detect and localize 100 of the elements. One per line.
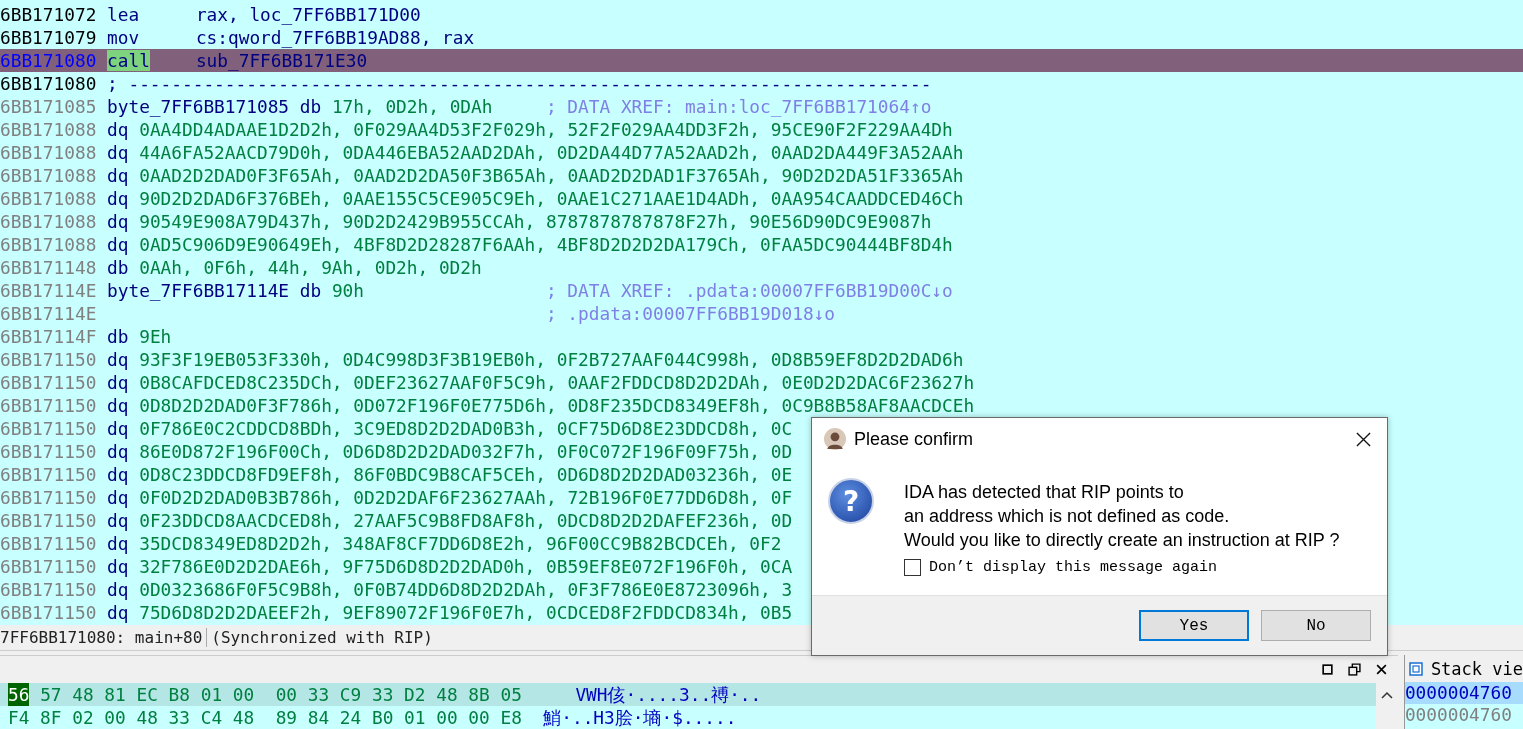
directive-text: db — [299, 95, 322, 118]
directive-text: dq — [107, 555, 129, 578]
sync-text: (Synchronized with RIP) — [206, 628, 437, 647]
directive-text: dq — [107, 164, 129, 187]
dialog-title: Please confirm — [854, 428, 975, 450]
maximize-icon[interactable] — [1320, 663, 1334, 676]
data-values: 0F0D2D2DAD0B3B786h, 0D2D2DAF6F23627AAh, 72B196F0E77DD6D8h, 0F — [139, 486, 793, 509]
ascii-text: VWH侅·....3..禣·.. — [575, 683, 762, 706]
question-icon: ? — [828, 478, 874, 524]
address-text: 6BB17114E — [0, 302, 98, 325]
directive-text: dq — [107, 532, 129, 555]
address-text: 6BB171072 — [0, 3, 98, 26]
directive-text: db — [299, 279, 322, 302]
directive-text: dq — [107, 233, 129, 256]
close-icon[interactable] — [1374, 663, 1388, 676]
data-values: 32F786E0D2D2DAE6h, 9F75D6D8D2D2DAD0h, 0B59EF8E072F196F0h, 0CA — [139, 555, 793, 578]
hex-bytes: 57 48 81 EC B8 01 00 00 33 C9 33 D2 48 8B 05 — [40, 683, 523, 706]
float-icon[interactable] — [1347, 663, 1361, 676]
data-values: 0D0323686F0F5C9B8h, 0F0B74DD6D8D2D2DAh, 0F3F786E0E8723096h, 3 — [139, 578, 793, 601]
data-values: 0AAD2D2DAD0F3F65Ah, 0AAD2D2DA50F3B65Ah, 0AAD2D2DAD1F3765Ah, 90D2D2DA51F3365Ah — [139, 164, 964, 187]
cursor-byte: 56 — [8, 683, 30, 706]
directive-text: dq — [107, 601, 129, 624]
label-text: byte_7FF6BB17114E — [107, 279, 290, 302]
data-values: 90549E908A79D437h, 90D2D2429B955CCAh, 8787878787878F27h, 90E56D90DC9E9087h — [139, 210, 932, 233]
directive-text: dq — [107, 509, 129, 532]
xref-comment: ; DATA XREF: main:loc_7FF6BB171064↑o — [545, 95, 932, 118]
directive-text: dq — [107, 118, 129, 141]
address-text: 6BB171088 — [0, 118, 98, 141]
data-values: 90D2D2DAD6F376BEh, 0AAE155C5CE905C9Eh, 0AAE1C271AAE1D4ADh, 0AA954CAADDCED46Ch — [139, 187, 964, 210]
message-text: Would you like to directly create an instruction at RIP ? — [904, 529, 1340, 552]
address-text: 6BB171079 — [0, 26, 98, 49]
stack-value: 0000004760 — [1404, 682, 1523, 704]
no-button[interactable]: No — [1261, 610, 1371, 641]
avatar-icon — [824, 428, 846, 450]
directive-text: dq — [107, 371, 129, 394]
location-text: 7FF6BB171080: main+80 — [0, 628, 204, 647]
address-text: 6BB17114F — [0, 325, 98, 348]
address-text: 6BB171088 — [0, 233, 98, 256]
address-text: 6BB171080 — [0, 72, 98, 95]
data-values: 0F23DDCD8AACDCED8h, 27AAF5C9B8FD8AF8h, 0DCD8D2D2DAFEF236h, 0D — [139, 509, 793, 532]
address-text: 6BB171148 — [0, 256, 98, 279]
data-values: 0D8C23DDCD8FD9EF8h, 86F0BDC9B8CAF5CEh, 0D6D8D2D2DAD03236h, 0E — [139, 463, 793, 486]
dont-show-checkbox[interactable]: Don’t display this message again — [904, 559, 1340, 576]
directive-text: db — [107, 256, 129, 279]
yes-button[interactable]: Yes — [1139, 610, 1249, 641]
directive-text: db — [107, 325, 129, 348]
address-text: 6BB171150 — [0, 371, 98, 394]
address-text: 6BB171085 — [0, 95, 98, 118]
data-values: 0AD5C906D9E90649Eh, 4BF8D2D28287F6AAh, 4BF8D2D2D2DA179Ch, 0FAA5DC90444BF8D4h — [139, 233, 953, 256]
data-values: 0F786E0C2CDDCD8BDh, 3C9ED8D2D2DAD0B3h, 0CF75D6D8E23DDCD8h, 0C — [139, 417, 793, 440]
directive-text: dq — [107, 463, 129, 486]
hex-bytes: F4 8F 02 00 48 33 C4 48 89 84 24 B0 01 00 00 E8 — [8, 706, 522, 729]
separator-comment: ; --------------------------------------------------------------------------- — [107, 72, 932, 95]
close-icon[interactable] — [1356, 431, 1371, 447]
data-values: 0AA4DD4ADAAE1D2D2h, 0F029AA4D53F2F029h, 52F2F029AA4DD3F2h, 95CE90F2F229AA4Dh — [139, 118, 953, 141]
address-text: 6BB171088 — [0, 164, 98, 187]
address-text: 6BB171150 — [0, 578, 98, 601]
window-icon — [1408, 661, 1423, 676]
address-text: 6BB171088 — [0, 210, 98, 233]
address-text: 6BB171150 — [0, 486, 98, 509]
directive-text: dq — [107, 486, 129, 509]
operand-text: cs:qword_7FF6BB19AD88, rax — [195, 26, 475, 49]
address-text: 6BB171088 — [0, 187, 98, 210]
data-values: 35DCD8349ED8D2D2h, 348AF8CF7DD6D8E2h, 96F00CC9B82BCDCEh, 0F2 — [139, 532, 782, 555]
directive-text: dq — [107, 417, 129, 440]
address-text: 6BB17114E — [0, 279, 98, 302]
mnemonic-text: lea — [107, 4, 140, 25]
address-text: 6BB171150 — [0, 601, 98, 624]
directive-text: dq — [107, 578, 129, 601]
directive-text: dq — [107, 348, 129, 371]
stack-view-tab[interactable]: Stack vie — [1404, 655, 1523, 682]
data-values: 86E0D872F196F00Ch, 0D6D8D2D2DAD032F7h, 0F0C072F196F09F75h, 0D — [139, 440, 793, 463]
address-text: 6BB171150 — [0, 394, 98, 417]
label-text: byte_7FF6BB171085 — [107, 95, 290, 118]
operand-text: sub_7FF6BB171E30 — [195, 49, 368, 72]
data-values: 44A6FA52AACD79D0h, 0DA446EBA52AAD2DAh, 0D2DA44D77A52AAD2h, 0AAD2DA449F3A52AAh — [139, 141, 964, 164]
directive-text: dq — [107, 141, 129, 164]
data-values: 0AAh, 0F6h, 44h, 9Ah, 0D2h, 0D2h — [139, 256, 482, 279]
mnemonic-text: mov — [107, 27, 140, 48]
address-text: 6BB171150 — [0, 440, 98, 463]
data-values: 93F3F19EB053F330h, 0D4C998D3F3B19EB0h, 0F2B727AAF044C998h, 0D8B59EF8D2D2DAD6h — [139, 348, 964, 371]
xref-comment: ; DATA XREF: .pdata:00007FF6BB19D00C↓o — [545, 279, 953, 302]
data-values: 90h — [331, 279, 364, 302]
message-text: an address which is not defined as code. — [904, 505, 1231, 528]
directive-text: dq — [107, 394, 129, 417]
scroll-up-icon[interactable] — [1380, 691, 1393, 699]
mnemonic-text: call — [107, 50, 150, 71]
directive-text: dq — [107, 440, 129, 463]
address-text: 6BB171150 — [0, 348, 98, 371]
stack-value: 0000004760 — [1404, 704, 1513, 726]
ascii-text: 鮹·..H3脍·墒·$..... — [543, 706, 737, 729]
address-text: 6BB171150 — [0, 463, 98, 486]
data-values: 0D8D2D2DAD0F3F786h, 0D072F196F0E775D6h, 0D8F235DCD8349EF8h, 0C9B8B58AF8AACDCEh — [139, 394, 975, 417]
data-values: 9Eh — [139, 325, 172, 348]
directive-text: dq — [107, 210, 129, 233]
message-text: IDA has detected that RIP points to — [904, 481, 1185, 504]
data-values: 0B8CAFDCED8C235DCh, 0DEF23627AAF0F5C9h, 0AAF2FDDCD8D2D2DAh, 0E0D2D2DAC6F23627h — [139, 371, 975, 394]
address-text: 6BB171150 — [0, 417, 98, 440]
address-text: 6BB171150 — [0, 532, 98, 555]
address-text: 6BB171080 — [0, 49, 98, 72]
